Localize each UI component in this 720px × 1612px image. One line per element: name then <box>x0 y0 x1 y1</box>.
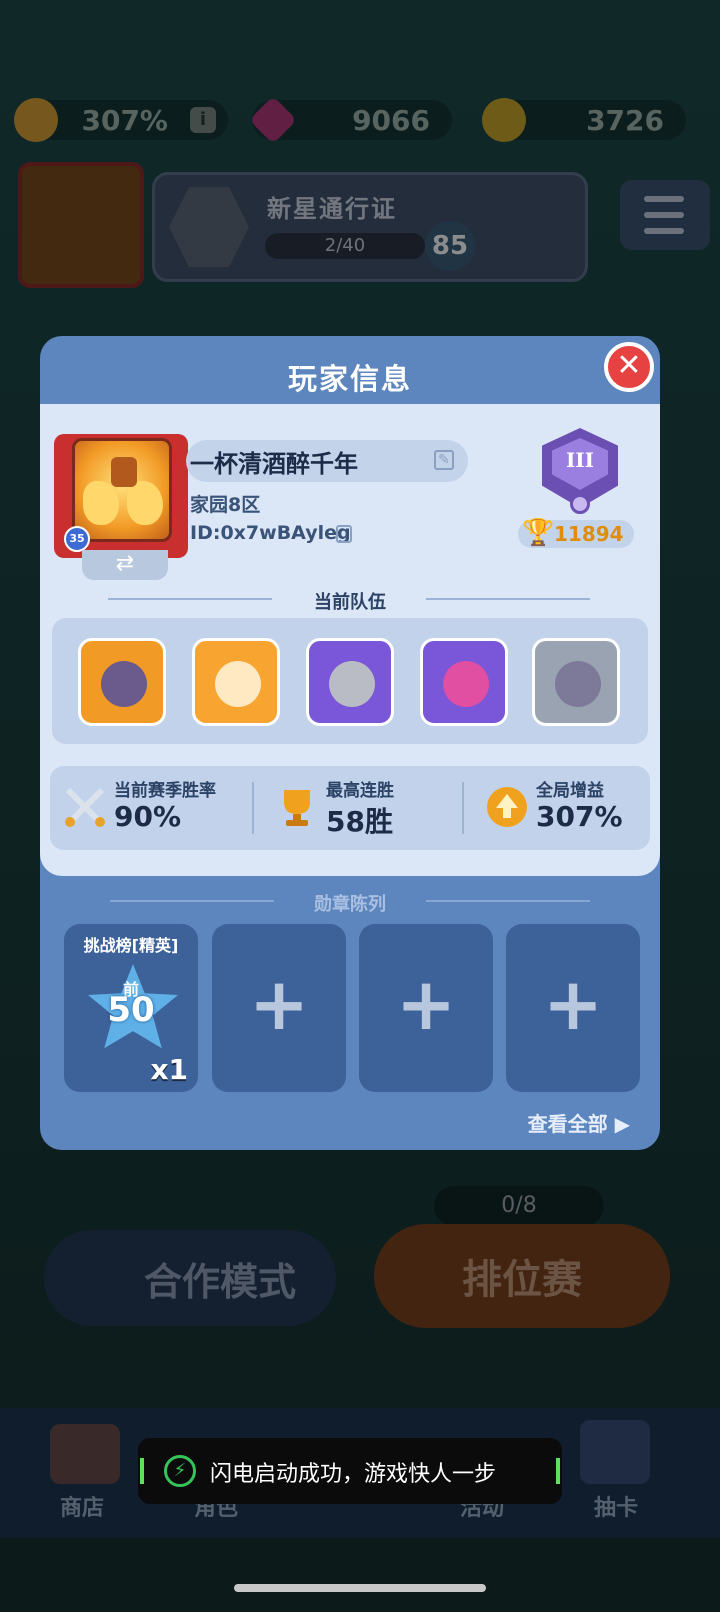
medal-slot-empty[interactable]: + <box>212 924 346 1092</box>
swap-avatar-icon[interactable]: ⇄ <box>82 550 168 580</box>
stat-label: 最高连胜 <box>326 781 394 801</box>
team-section-title: 当前队伍 <box>314 592 386 613</box>
armored-knight-hero[interactable] <box>306 638 394 726</box>
player-avatar[interactable]: 35 ⇄ <box>54 434 188 584</box>
stat-label: 全局增益 <box>536 781 604 801</box>
add-medal-icon: + <box>248 962 310 1046</box>
trophy-value: 11894 <box>554 522 624 546</box>
medal-rank-number: 50 <box>107 990 155 1030</box>
rank-badge[interactable]: III <box>538 428 622 518</box>
player-info-modal: 玩家信息 ✕ 35 ⇄ 一杯清酒醉千年 ✎ 家园8区 ID:0x7wBAyleg… <box>40 336 660 1150</box>
toast-notification: ⚡ 闪电启动成功，游戏快人一步 <box>138 1438 562 1504</box>
stat-value: 307% <box>536 800 623 833</box>
medal-count: x1 <box>150 1053 188 1086</box>
hero-portrait <box>215 661 261 707</box>
medal-slot-challenge[interactable]: 挑战榜[精英] 前 50 x1 <box>64 924 198 1092</box>
home-indicator[interactable] <box>234 1584 486 1592</box>
stat-global-bonus: 全局增益 307% <box>472 766 648 850</box>
stat-value: 90% <box>114 800 182 833</box>
stat-value: 58胜 <box>326 805 393 838</box>
shadow-archer-hero[interactable] <box>532 638 620 726</box>
stat-label: 当前赛季胜率 <box>114 781 216 801</box>
avatar-image <box>72 438 172 542</box>
medal-slot-empty[interactable]: + <box>359 924 493 1092</box>
player-level-badge: 35 <box>64 526 90 552</box>
angel-hero[interactable] <box>192 638 280 726</box>
medal-slot-empty[interactable]: + <box>506 924 640 1092</box>
stats-bar: 当前赛季胜率 90% 最高连胜 58胜 全局增益 307% <box>50 766 650 850</box>
team-lineup <box>52 618 648 744</box>
close-icon[interactable]: ✕ <box>604 342 654 392</box>
chevron-right-icon: ▶ <box>607 1112 630 1136</box>
view-all-button[interactable]: 查看全部 ▶ <box>528 1108 630 1137</box>
medals-section-title: 勋章陈列 <box>314 894 386 915</box>
trophy-icon: 🏆 <box>522 518 555 548</box>
medal-label: 挑战榜[精英] <box>83 936 179 955</box>
player-name: 一杯清酒醉千年 <box>190 450 358 478</box>
copy-id-icon[interactable] <box>336 525 352 543</box>
toast-text: 闪电启动成功，游戏快人一步 <box>210 1462 497 1487</box>
pink-brawler-hero[interactable] <box>420 638 508 726</box>
player-id: ID:0x7wBAyleg <box>190 522 351 544</box>
view-all-label: 查看全部 <box>527 1112 608 1136</box>
stat-max-streak: 最高连胜 58胜 <box>262 766 462 850</box>
bonus-arrow-icon <box>487 787 527 827</box>
medal-showcase: 挑战榜[精英] 前 50 x1 + + + <box>62 924 646 1094</box>
player-panel: 35 ⇄ 一杯清酒醉千年 ✎ 家园8区 ID:0x7wBAyleg III 🏆 … <box>40 404 660 876</box>
hero-portrait <box>101 661 147 707</box>
edit-name-icon[interactable]: ✎ <box>434 450 454 470</box>
add-medal-icon: + <box>395 962 457 1046</box>
hero-portrait <box>329 661 375 707</box>
modal-title: 玩家信息 <box>287 362 412 396</box>
player-server: 家园8区 <box>190 494 261 516</box>
hero-portrait <box>555 661 601 707</box>
lightning-icon: ⚡ <box>164 1455 196 1487</box>
add-medal-icon: + <box>542 962 604 1046</box>
trophy-icon <box>284 790 310 826</box>
crossed-swords-icon <box>65 787 105 827</box>
trophy-count: 🏆 11894 <box>518 518 634 548</box>
stat-win-rate: 当前赛季胜率 90% <box>50 766 250 850</box>
player-name-field[interactable]: 一杯清酒醉千年 ✎ <box>186 440 468 482</box>
dark-knight-hero[interactable] <box>78 638 166 726</box>
hero-portrait <box>443 661 489 707</box>
